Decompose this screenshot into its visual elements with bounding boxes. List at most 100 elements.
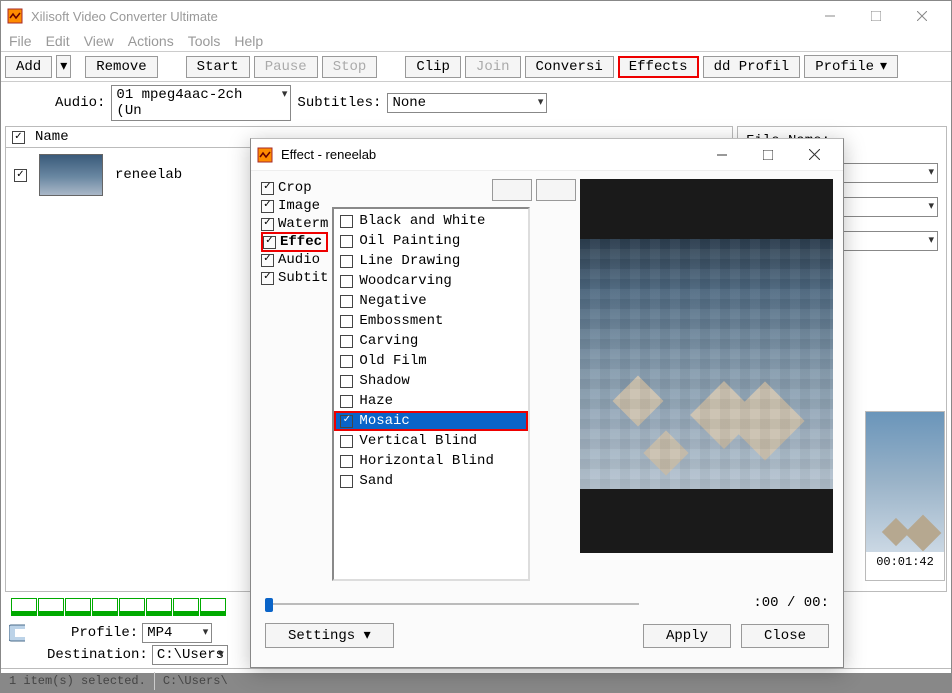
effect-label: Sand bbox=[359, 473, 393, 489]
effect-checkbox[interactable] bbox=[340, 395, 353, 408]
dialog-maximize-button[interactable] bbox=[745, 140, 791, 170]
dialog-close-button[interactable] bbox=[791, 140, 837, 170]
add-profile-button[interactable]: dd Profil bbox=[703, 56, 801, 78]
effect-category-crop[interactable]: Crop bbox=[261, 179, 328, 197]
add-button[interactable]: Add bbox=[5, 56, 52, 78]
wave-cell bbox=[38, 598, 64, 616]
effect-category-effec[interactable]: Effec bbox=[261, 232, 328, 252]
dialog-window-controls bbox=[699, 139, 837, 170]
destination-field[interactable]: C:\Users bbox=[152, 645, 228, 665]
toolbar: Add ▾ Remove Start Pause Stop Clip Join … bbox=[1, 51, 951, 82]
join-button[interactable]: Join bbox=[465, 56, 521, 78]
effect-checkbox[interactable] bbox=[340, 335, 353, 348]
add-dropdown[interactable]: ▾ bbox=[56, 55, 71, 78]
dialog-title: Effect - reneelab bbox=[281, 147, 699, 162]
effect-checkbox[interactable] bbox=[340, 355, 353, 368]
category-checkbox[interactable] bbox=[261, 182, 274, 195]
effect-item[interactable]: Horizontal Blind bbox=[334, 451, 528, 471]
audio-select[interactable]: 01 mpeg4aac-2ch (Un bbox=[111, 85, 291, 121]
effect-item[interactable]: Sand bbox=[334, 471, 528, 491]
menu-edit[interactable]: Edit bbox=[46, 33, 70, 49]
effect-checkbox[interactable] bbox=[340, 475, 353, 488]
effect-checkbox[interactable] bbox=[340, 315, 353, 328]
close-dialog-button[interactable]: Close bbox=[741, 624, 829, 648]
chevron-down-icon: ▾ bbox=[880, 58, 887, 75]
subtitles-select-value: None bbox=[392, 95, 426, 111]
effect-item[interactable]: Negative bbox=[334, 291, 528, 311]
effect-item[interactable]: Oil Painting bbox=[334, 231, 528, 251]
category-checkbox[interactable] bbox=[261, 254, 274, 267]
effect-item[interactable]: Mosaic bbox=[334, 411, 528, 431]
slider-thumb[interactable] bbox=[265, 598, 273, 612]
apply-button[interactable]: Apply bbox=[643, 624, 731, 648]
stop-button[interactable]: Stop bbox=[322, 56, 378, 78]
effect-category-waterm[interactable]: Waterm bbox=[261, 215, 328, 233]
profile-button[interactable]: Profile▾ bbox=[804, 55, 898, 78]
app-icon bbox=[7, 8, 23, 24]
dialog-body: CropImageWatermEffecAudioSubtit Black an… bbox=[251, 171, 843, 589]
header-checkbox[interactable] bbox=[12, 131, 25, 144]
settings-button[interactable]: Settings ▾ bbox=[265, 623, 394, 648]
category-checkbox[interactable] bbox=[261, 272, 274, 285]
wave-cell bbox=[200, 598, 226, 616]
effects-button[interactable]: Effects bbox=[618, 56, 699, 78]
menu-tools[interactable]: Tools bbox=[188, 33, 221, 49]
effect-checkbox[interactable] bbox=[340, 435, 353, 448]
start-button[interactable]: Start bbox=[186, 56, 250, 78]
category-label: Subtit bbox=[278, 270, 328, 286]
maximize-button[interactable] bbox=[853, 1, 899, 31]
row-name: reneelab bbox=[115, 167, 182, 183]
dialog-minimize-button[interactable] bbox=[699, 140, 745, 170]
remove-button[interactable]: Remove bbox=[85, 56, 157, 78]
menu-help[interactable]: Help bbox=[234, 33, 263, 49]
close-button[interactable] bbox=[899, 1, 945, 31]
category-checkbox[interactable] bbox=[261, 200, 274, 213]
effect-category-image[interactable]: Image bbox=[261, 197, 328, 215]
menu-file[interactable]: File bbox=[9, 33, 32, 49]
clip-button[interactable]: Clip bbox=[405, 56, 461, 78]
preview-timecode: 00:01:42 bbox=[866, 552, 944, 572]
row-checkbox[interactable] bbox=[14, 169, 27, 182]
slider-track bbox=[265, 603, 639, 605]
subbar: Audio: 01 mpeg4aac-2ch (Un Subtitles: No… bbox=[1, 82, 951, 124]
effect-checkbox[interactable] bbox=[340, 275, 353, 288]
menu-view[interactable]: View bbox=[84, 33, 114, 49]
effect-item[interactable]: Black and White bbox=[334, 211, 528, 231]
effect-item[interactable]: Shadow bbox=[334, 371, 528, 391]
effect-item[interactable]: Old Film bbox=[334, 351, 528, 371]
category-checkbox[interactable] bbox=[261, 218, 274, 231]
effect-label: Oil Painting bbox=[359, 233, 460, 249]
effect-categories: CropImageWatermEffecAudioSubtit bbox=[261, 179, 328, 581]
effect-checkbox[interactable] bbox=[340, 295, 353, 308]
effect-item[interactable]: Carving bbox=[334, 331, 528, 351]
status-path: C:\Users\ bbox=[163, 674, 228, 688]
effect-item[interactable]: Vertical Blind bbox=[334, 431, 528, 451]
effect-item[interactable]: Line Drawing bbox=[334, 251, 528, 271]
effect-item[interactable]: Woodcarving bbox=[334, 271, 528, 291]
effect-checkbox[interactable] bbox=[340, 415, 353, 428]
dialog-tool-button-2[interactable] bbox=[536, 179, 576, 201]
conversion-button[interactable]: Conversi bbox=[525, 56, 614, 78]
effect-item[interactable]: Embossment bbox=[334, 311, 528, 331]
profile-select[interactable]: MP4 bbox=[142, 623, 212, 643]
effect-checkbox[interactable] bbox=[340, 215, 353, 228]
main-title: Xilisoft Video Converter Ultimate bbox=[31, 9, 807, 24]
destination-label: Destination: bbox=[47, 647, 148, 663]
dialog-tool-button-1[interactable] bbox=[492, 179, 532, 201]
category-label: Effec bbox=[280, 234, 322, 250]
subtitles-select[interactable]: None bbox=[387, 93, 547, 113]
pause-button[interactable]: Pause bbox=[254, 56, 318, 78]
video-preview: 00:01:42 bbox=[865, 411, 945, 581]
effect-checkbox[interactable] bbox=[340, 255, 353, 268]
effect-label: Woodcarving bbox=[359, 273, 451, 289]
minimize-button[interactable] bbox=[807, 1, 853, 31]
playback-slider[interactable]: :00 / 00: bbox=[265, 595, 829, 613]
category-checkbox[interactable] bbox=[263, 236, 276, 249]
effect-checkbox[interactable] bbox=[340, 235, 353, 248]
effect-item[interactable]: Haze bbox=[334, 391, 528, 411]
effect-checkbox[interactable] bbox=[340, 375, 353, 388]
menu-actions[interactable]: Actions bbox=[128, 33, 174, 49]
effect-category-subtit[interactable]: Subtit bbox=[261, 269, 328, 287]
effect-checkbox[interactable] bbox=[340, 455, 353, 468]
effect-category-audio[interactable]: Audio bbox=[261, 251, 328, 269]
